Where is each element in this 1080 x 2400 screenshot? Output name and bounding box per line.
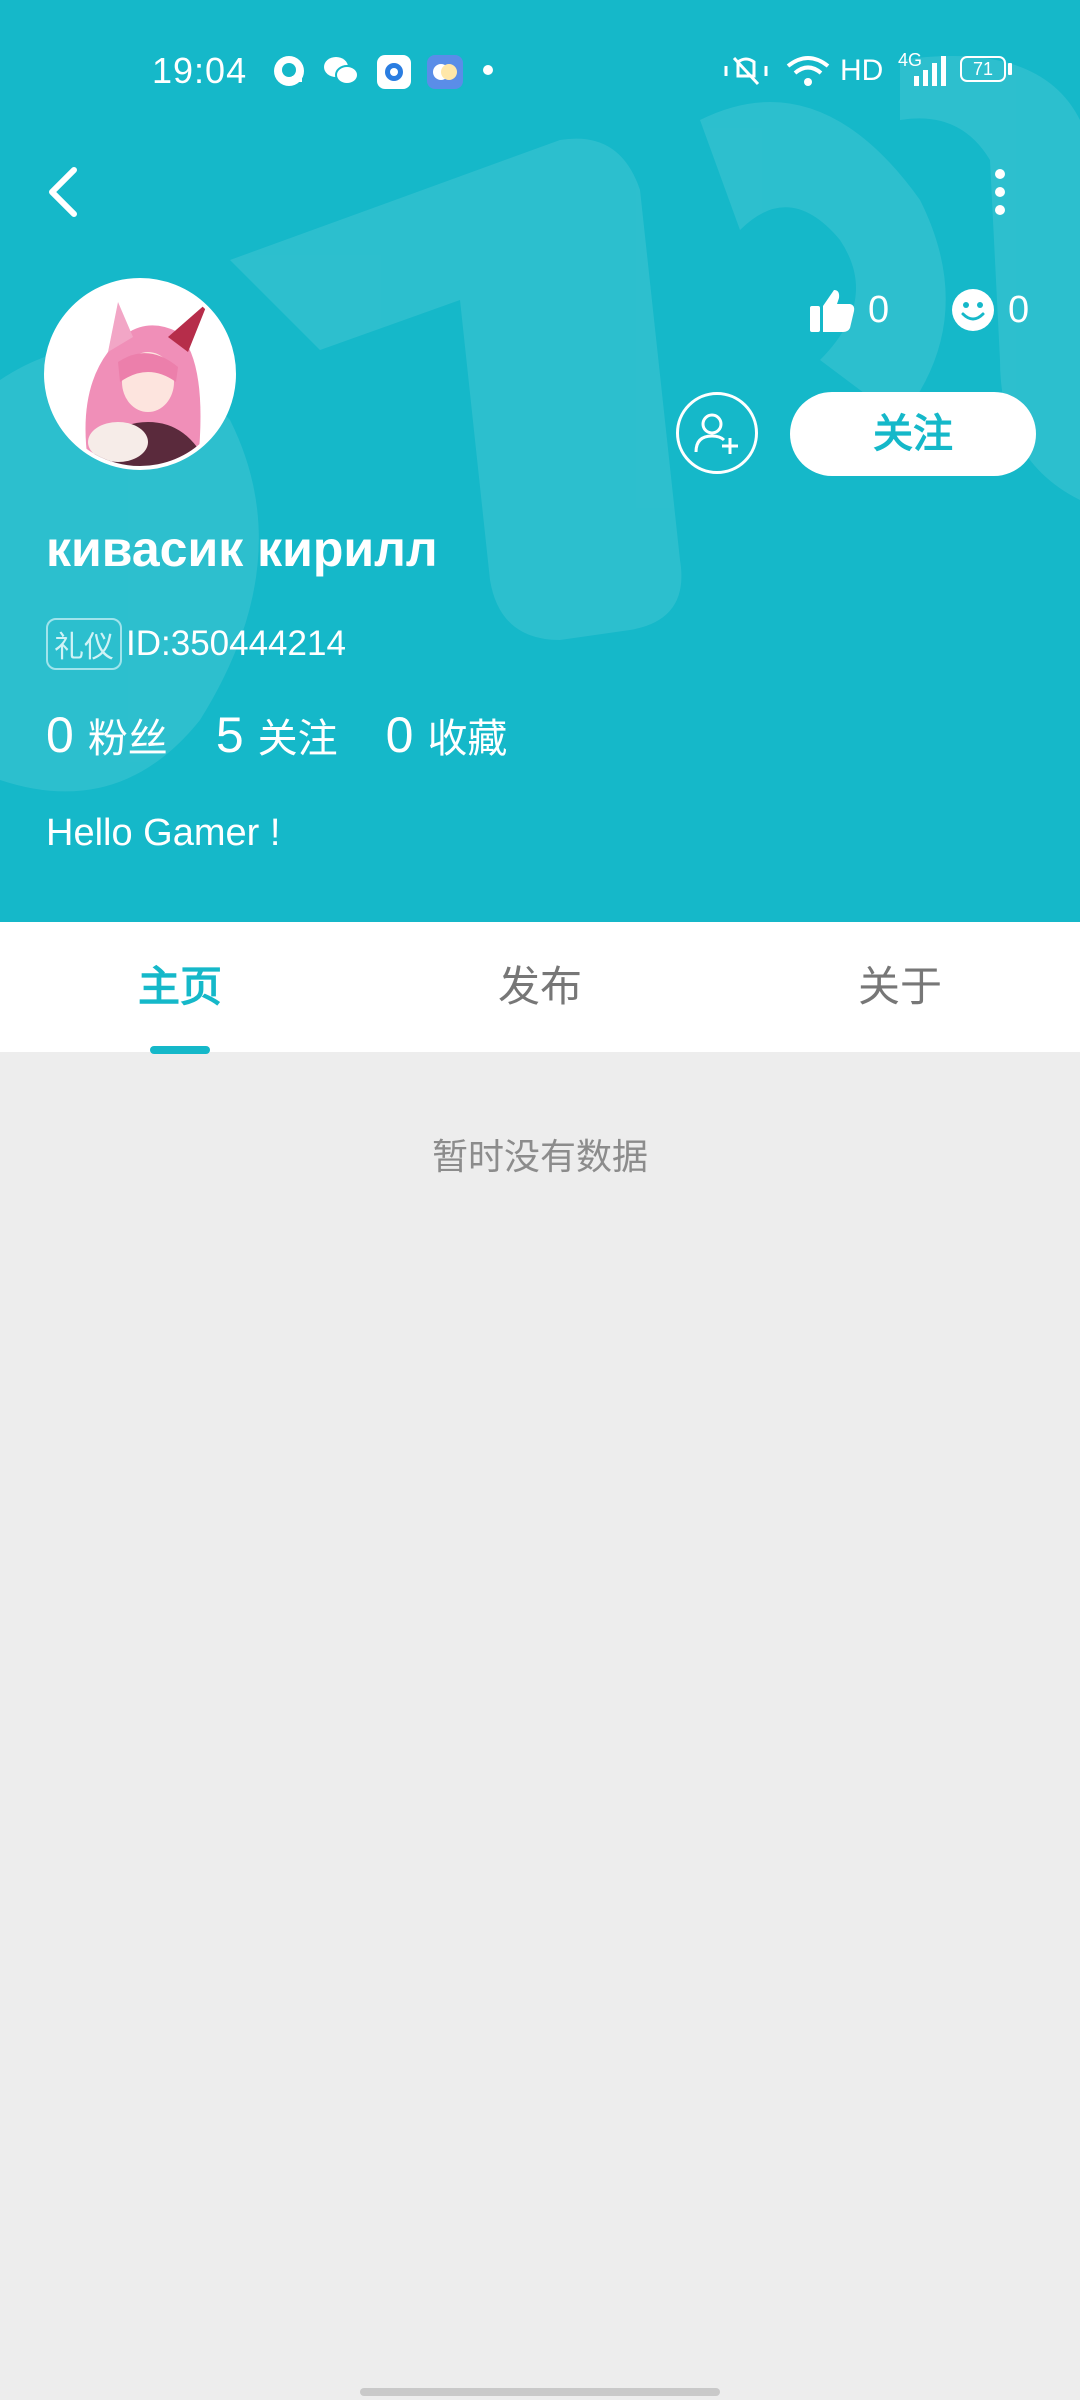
wechat-icon — [324, 57, 359, 85]
wifi-icon — [786, 56, 830, 86]
home-indicator[interactable] — [360, 2388, 720, 2396]
add-friend-button[interactable] — [676, 392, 758, 474]
following-count[interactable]: 5 — [216, 706, 244, 764]
battery-indicator: 71 — [960, 56, 1006, 82]
signal-icon — [914, 56, 946, 86]
emoji-count: 0 — [1008, 288, 1030, 331]
emoji-stat[interactable]: 0 — [950, 280, 1029, 340]
more-vertical-icon[interactable] — [978, 162, 1022, 222]
user-id: ID:350444214 — [126, 624, 346, 663]
avatar-image — [48, 282, 232, 466]
profile-counts: 0 粉丝 5 关注 0 收藏 — [46, 706, 555, 764]
dot-icon — [483, 65, 493, 75]
user-badge: 礼仪 — [46, 618, 122, 670]
app-icon — [377, 55, 411, 89]
back-arrow-icon[interactable] — [40, 162, 90, 222]
status-bar: 19:04 HD 4G 71 — [0, 0, 1080, 140]
vibrate-icon — [724, 56, 768, 86]
following-label[interactable]: 关注 — [258, 706, 338, 764]
profile-header: 19:04 HD 4G 71 0 0 关注 кивасик кирилл 礼仪 … — [0, 0, 1080, 922]
add-user-icon — [694, 413, 738, 454]
status-time: 19:04 — [152, 50, 248, 91]
thumbs-up-icon — [810, 290, 855, 332]
tab-posts[interactable]: 发布 — [360, 922, 720, 1052]
avatar[interactable] — [44, 278, 236, 470]
qq-icon — [274, 56, 304, 86]
user-id-row: 礼仪 ID:350444214 — [46, 618, 346, 670]
profile-tabs: 主页 发布 关于 — [0, 922, 1080, 1054]
fans-count[interactable]: 0 — [46, 706, 74, 764]
battery-tip — [1008, 63, 1012, 75]
empty-state-text: 暂时没有数据 — [431, 1136, 648, 1177]
fans-label[interactable]: 粉丝 — [88, 706, 168, 764]
tab-about[interactable]: 关于 — [720, 922, 1080, 1052]
favorites-label[interactable]: 收藏 — [427, 706, 507, 764]
active-tab-indicator — [150, 1046, 210, 1054]
username: кивасик кирилл — [46, 521, 438, 577]
follow-button[interactable]: 关注 — [790, 392, 1036, 476]
tab-home[interactable]: 主页 — [0, 922, 360, 1052]
smile-icon — [952, 289, 994, 331]
hd-label: HD — [840, 54, 884, 87]
user-bio: Hello Gamer ! — [46, 812, 281, 854]
likes-stat[interactable]: 0 — [808, 280, 889, 340]
likes-count: 0 — [868, 288, 890, 331]
favorites-count[interactable]: 0 — [386, 706, 414, 764]
weather-icon — [427, 55, 463, 89]
